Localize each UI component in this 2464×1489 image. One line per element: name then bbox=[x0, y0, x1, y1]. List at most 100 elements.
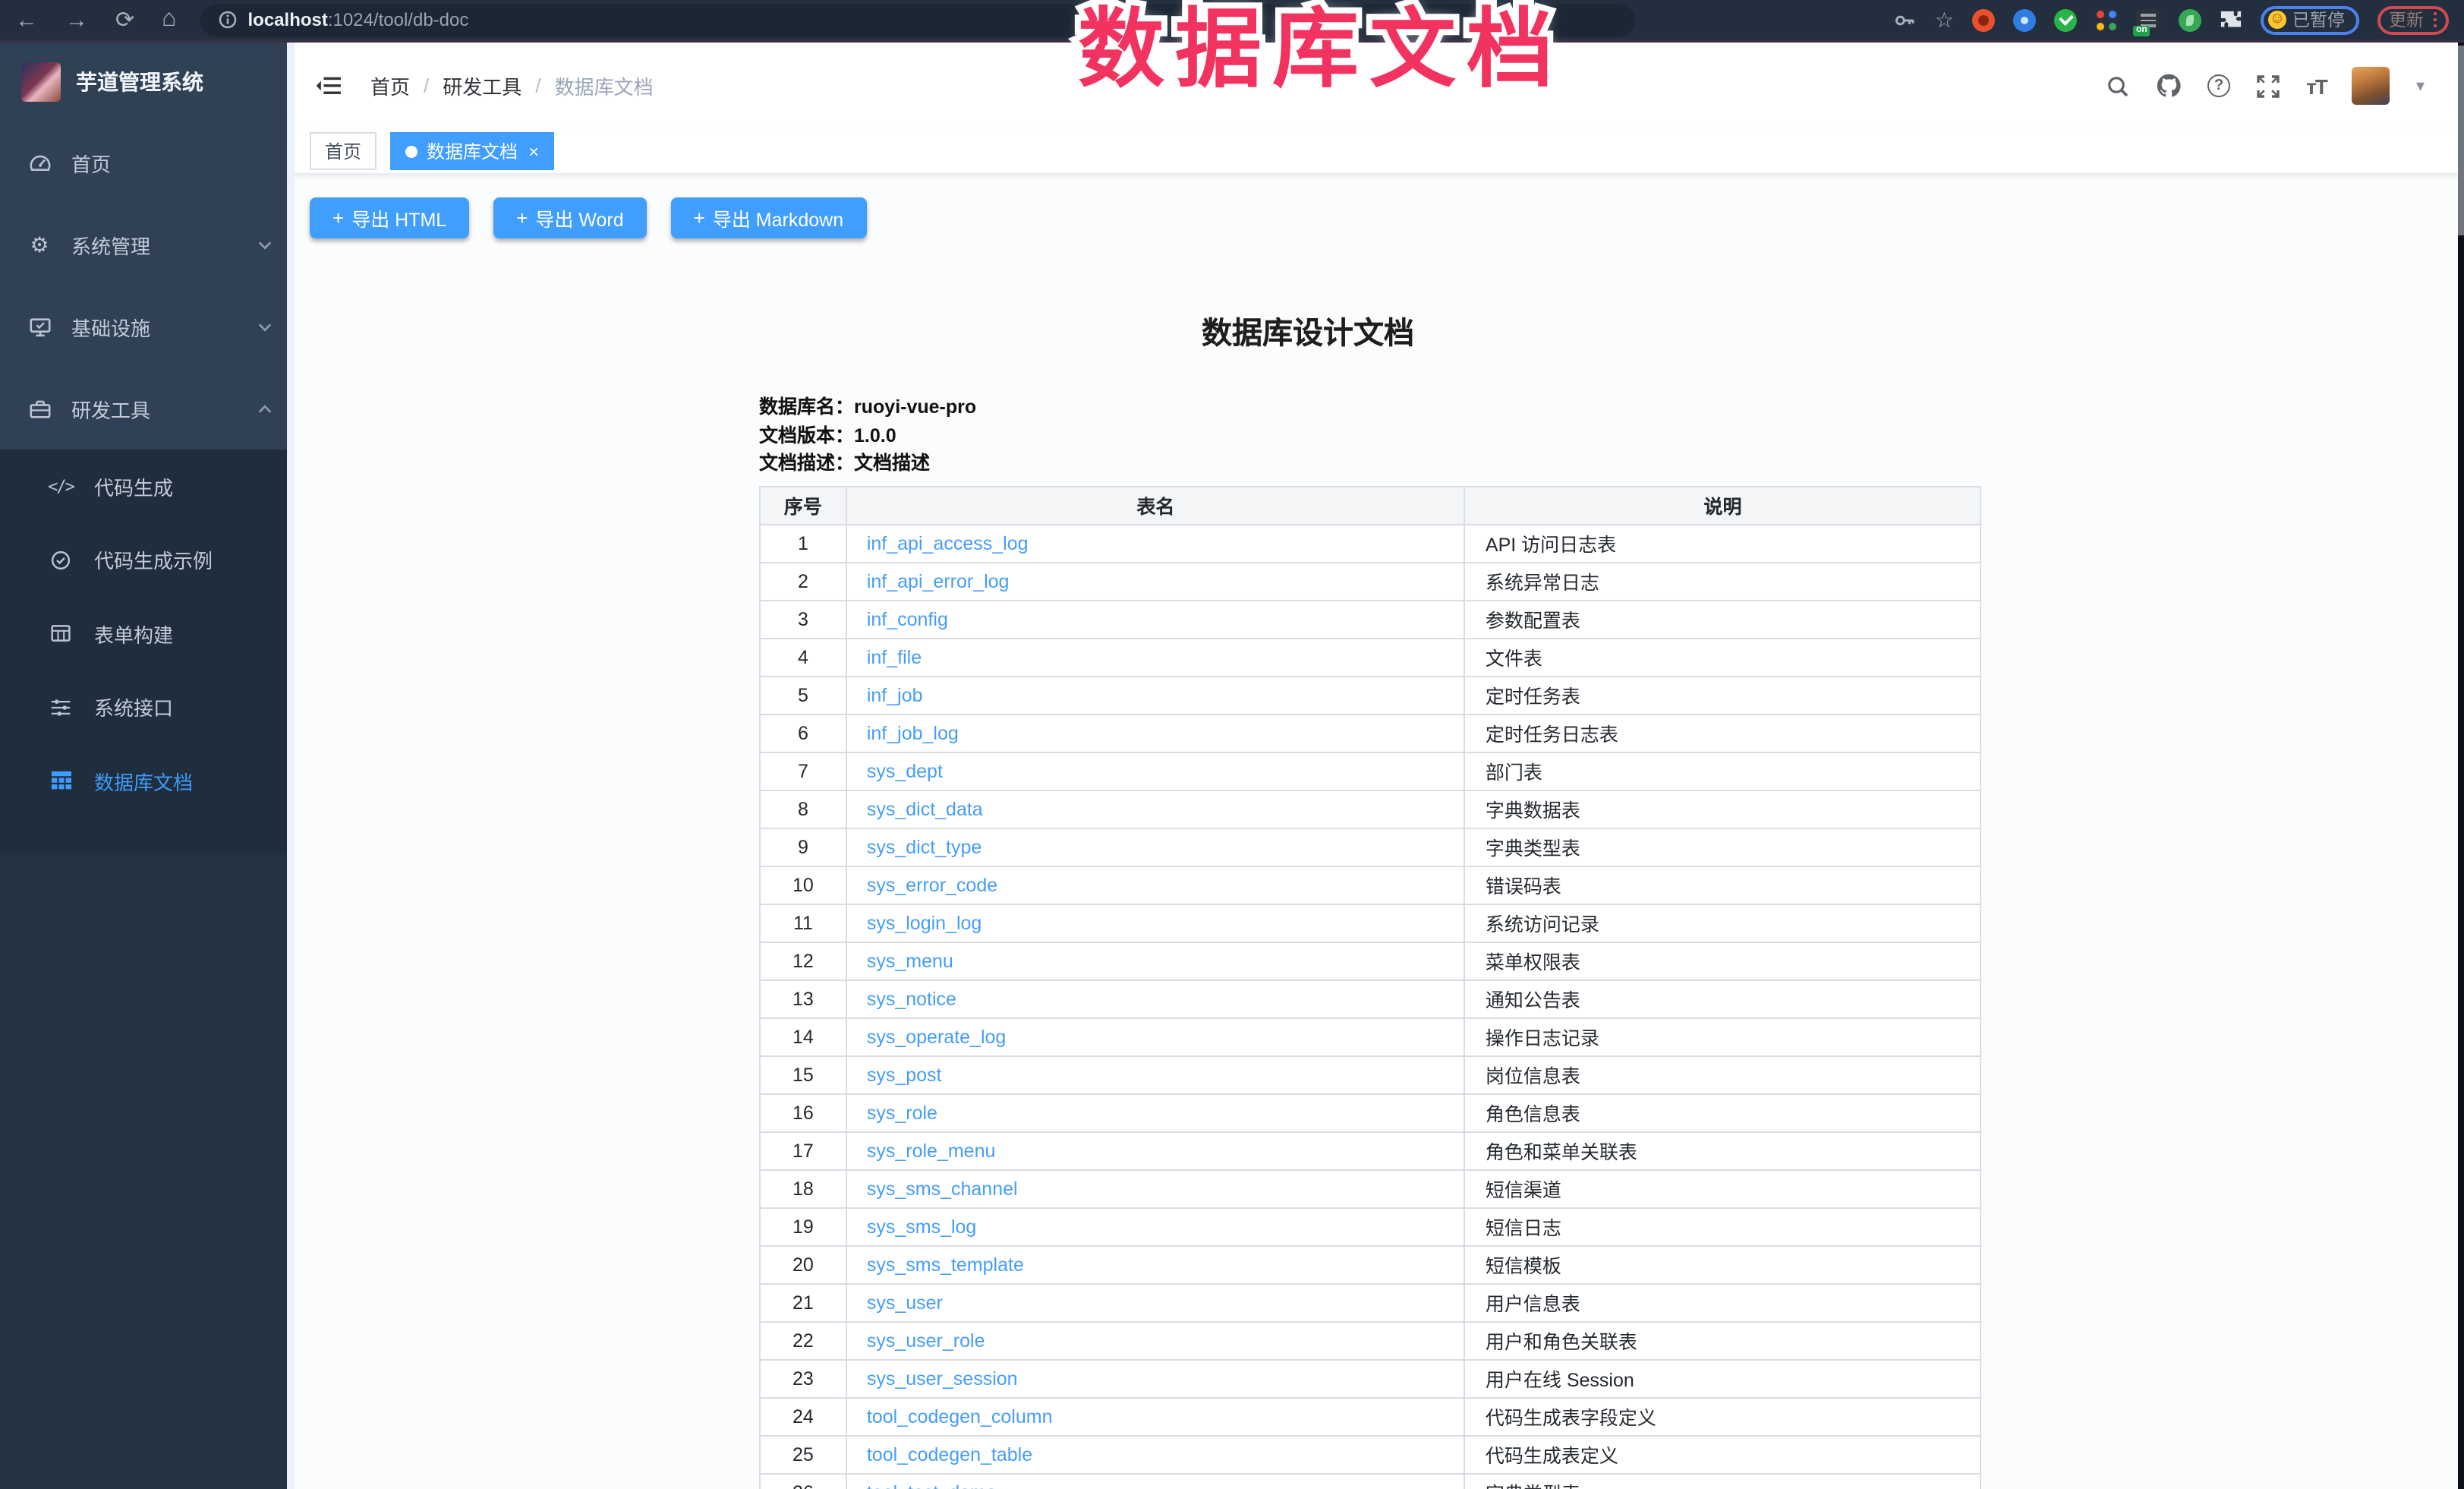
table-name-link[interactable]: inf_file bbox=[867, 646, 922, 667]
table-name-link[interactable]: tool_codegen_column bbox=[867, 1405, 1053, 1427]
menu-fold-icon[interactable] bbox=[316, 74, 342, 97]
export-word-button[interactable]: + 导出 Word bbox=[493, 197, 646, 238]
sidebar-item-codegen[interactable]: </> 代码生成 bbox=[0, 450, 295, 523]
paused-badge[interactable]: ☺ 已暂停 bbox=[2261, 5, 2358, 34]
header-actions: ? тT ▾ bbox=[2106, 67, 2425, 105]
table-name-link[interactable]: inf_job bbox=[867, 684, 923, 705]
back-icon[interactable]: ← bbox=[15, 8, 38, 31]
extension-icon[interactable] bbox=[2095, 8, 2118, 31]
row-table-name-cell: sys_sms_template bbox=[846, 1245, 1465, 1283]
tag-close-icon[interactable]: × bbox=[528, 140, 539, 162]
row-description: 用户在线 Session bbox=[1465, 1359, 1980, 1397]
sidebar-submenu: </> 代码生成 代码生成示例 表单构建 bbox=[0, 450, 295, 854]
export-html-button[interactable]: + 导出 HTML bbox=[310, 197, 469, 238]
breadcrumb-devtools[interactable]: 研发工具 bbox=[443, 71, 521, 100]
github-icon[interactable] bbox=[2156, 73, 2182, 99]
export-markdown-button[interactable]: + 导出 Markdown bbox=[671, 197, 866, 238]
extension-icon[interactable] bbox=[2179, 8, 2201, 31]
table-name-link[interactable]: sys_dept bbox=[867, 760, 943, 781]
help-icon[interactable]: ? bbox=[2207, 74, 2230, 97]
table-name-link[interactable]: sys_user_session bbox=[867, 1368, 1018, 1389]
table-name-link[interactable]: sys_dict_type bbox=[867, 836, 982, 857]
sidebar-empty-area bbox=[0, 854, 295, 1489]
table-name-link[interactable]: sys_post bbox=[867, 1064, 942, 1085]
table-name-link[interactable]: sys_notice bbox=[867, 988, 956, 1009]
home-icon[interactable]: ⌂ bbox=[162, 8, 176, 32]
row-index: 18 bbox=[760, 1169, 846, 1207]
table-name-link[interactable]: sys_sms_log bbox=[867, 1216, 977, 1237]
page-info-icon[interactable] bbox=[219, 11, 238, 29]
breadcrumb-home[interactable]: 首页 bbox=[370, 71, 410, 100]
active-dot-icon bbox=[405, 145, 417, 157]
font-size-icon[interactable]: тT bbox=[2306, 74, 2327, 98]
sidebar-item-devtools[interactable]: 研发工具 bbox=[0, 368, 295, 450]
extension-icon[interactable] bbox=[1972, 8, 1995, 31]
window-scrollbar[interactable] bbox=[2458, 43, 2464, 1489]
bookmark-star-icon[interactable]: ☆ bbox=[1935, 7, 1954, 33]
tag-home[interactable]: 首页 bbox=[310, 132, 377, 170]
sidebar-logo[interactable]: 芋道管理系统 bbox=[0, 43, 295, 121]
sidebar-item-label: 基础设施 bbox=[71, 312, 150, 341]
table-row: 4inf_file文件表 bbox=[760, 638, 1980, 676]
puzzle-extensions-icon[interactable] bbox=[2220, 8, 2242, 31]
sidebar-item-label: 代码生成 bbox=[94, 472, 173, 501]
table-name-link[interactable]: sys_error_code bbox=[867, 874, 997, 895]
sidebar-item-system[interactable]: ⚙ 系统管理 bbox=[0, 203, 295, 285]
sidebar-item-form-builder[interactable]: 表单构建 bbox=[0, 597, 295, 670]
table-name-link[interactable]: tool_codegen_table bbox=[867, 1443, 1032, 1465]
sidebar-item-infra[interactable]: 基础设施 bbox=[0, 285, 295, 368]
button-label: 导出 Word bbox=[535, 203, 623, 232]
browser-menu-icon[interactable] bbox=[2433, 12, 2437, 28]
form-grid-icon bbox=[49, 623, 73, 645]
table-name-link[interactable]: inf_config bbox=[867, 608, 948, 629]
forward-icon[interactable]: → bbox=[65, 8, 88, 31]
table-name-link[interactable]: sys_sms_channel bbox=[867, 1178, 1018, 1199]
table-row: 15sys_post岗位信息表 bbox=[760, 1055, 1980, 1093]
meta-doc-desc: 文档描述：文档描述 bbox=[759, 450, 1981, 478]
table-name-link[interactable]: sys_menu bbox=[867, 950, 953, 971]
screen: ← → ⟳ ⌂ localhost:1024/tool/db-doc ☆ bbox=[0, 0, 2464, 1489]
sidebar-item-codegen-example[interactable]: 代码生成示例 bbox=[0, 523, 295, 597]
meta-db-name: 数据库名：ruoyi-vue-pro bbox=[759, 393, 1981, 421]
row-table-name-cell: sys_dict_data bbox=[846, 790, 1465, 828]
user-avatar[interactable] bbox=[2352, 67, 2390, 105]
table-name-link[interactable]: inf_api_access_log bbox=[867, 532, 1029, 554]
user-menu-caret-icon[interactable]: ▾ bbox=[2416, 76, 2425, 96]
row-index: 8 bbox=[760, 790, 846, 828]
browser-nav: ← → ⟳ ⌂ bbox=[15, 8, 177, 32]
fullscreen-icon[interactable] bbox=[2256, 74, 2280, 98]
sidebar-item-db-doc[interactable]: 数据库文档 bbox=[0, 744, 295, 818]
table-name-link[interactable]: sys_role_menu bbox=[867, 1140, 996, 1161]
table-name-link[interactable]: sys_dict_data bbox=[867, 798, 983, 819]
sidebar-item-system-api[interactable]: 系统接口 bbox=[0, 670, 295, 744]
tag-db-doc[interactable]: 数据库文档 × bbox=[390, 132, 554, 170]
table-name-link[interactable]: sys_role bbox=[867, 1102, 937, 1123]
search-icon[interactable] bbox=[2106, 74, 2130, 98]
table-name-link[interactable]: sys_sms_template bbox=[867, 1254, 1024, 1275]
sidebar-item-label: 研发工具 bbox=[71, 394, 150, 423]
reload-icon[interactable]: ⟳ bbox=[115, 8, 134, 31]
table-name-link[interactable]: sys_user_role bbox=[867, 1330, 985, 1351]
extension-icon[interactable] bbox=[2054, 8, 2077, 31]
extension-icon[interactable]: on bbox=[2136, 9, 2160, 30]
key-icon[interactable] bbox=[1894, 8, 1917, 31]
url-text[interactable]: localhost:1024/tool/db-doc bbox=[248, 9, 469, 30]
address-bar[interactable]: localhost:1024/tool/db-doc bbox=[201, 4, 1636, 36]
table-name-link[interactable]: tool_test_demo bbox=[867, 1481, 997, 1489]
table-name-link[interactable]: inf_api_error_log bbox=[867, 570, 1010, 591]
table-name-link[interactable]: sys_operate_log bbox=[867, 1026, 1006, 1047]
row-description: 字典类型表 bbox=[1465, 1473, 1980, 1489]
table-name-link[interactable]: sys_user bbox=[867, 1292, 943, 1313]
row-index: 6 bbox=[760, 714, 846, 752]
sidebar-scrollbar[interactable] bbox=[287, 43, 295, 1489]
row-table-name-cell: sys_operate_log bbox=[846, 1017, 1465, 1055]
table-name-link[interactable]: inf_job_log bbox=[867, 722, 959, 743]
sidebar-item-home[interactable]: 首页 bbox=[0, 121, 295, 203]
update-button[interactable]: 更新 bbox=[2377, 5, 2449, 34]
extension-icon[interactable] bbox=[2013, 8, 2036, 31]
document-title: 数据库设计文档 bbox=[697, 308, 1919, 352]
row-description: 代码生成表字段定义 bbox=[1465, 1397, 1980, 1435]
row-table-name-cell: sys_post bbox=[846, 1055, 1465, 1093]
table-name-link[interactable]: sys_login_log bbox=[867, 912, 982, 933]
row-index: 4 bbox=[760, 638, 846, 676]
